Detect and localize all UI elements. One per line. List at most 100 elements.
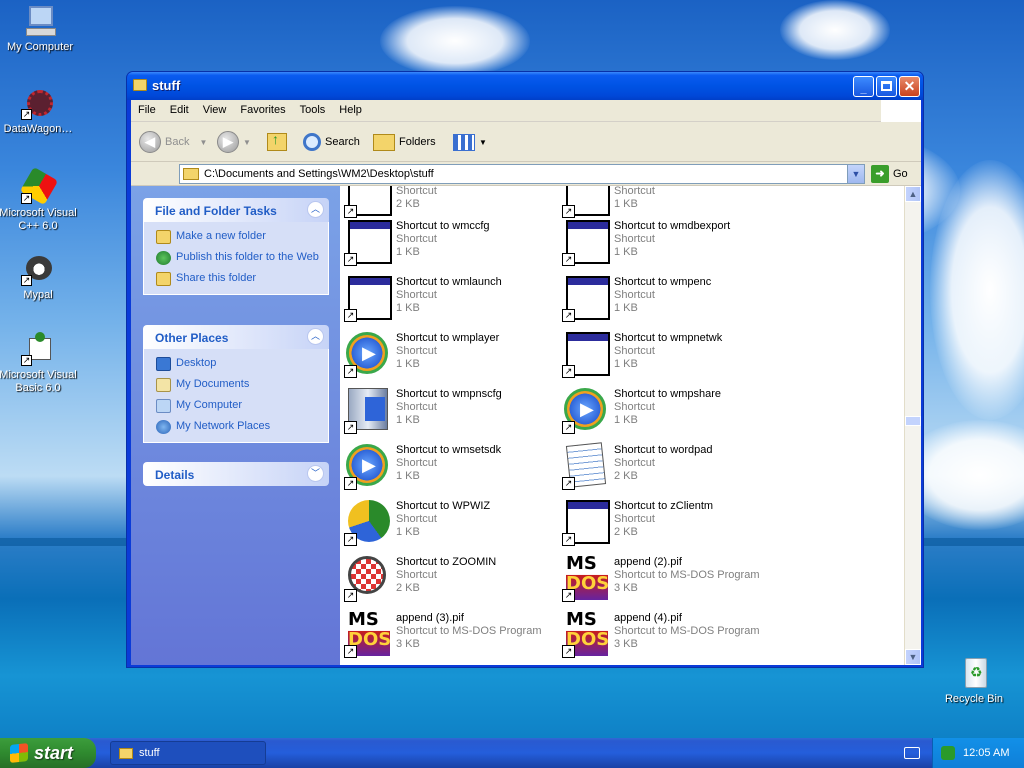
file-type: Shortcut: [396, 513, 437, 525]
file-item[interactable]: ↗ Shortcut to wmpnetwk Shortcut 1 KB: [558, 328, 768, 382]
search-icon: [303, 133, 321, 151]
file-item[interactable]: ▶ ↗ Shortcut to wmplayer Shortcut 1 KB: [340, 328, 550, 382]
file-item[interactable]: MS DOS ↗ append (4).pif Shortcut to MS-DOS P…: [558, 608, 768, 662]
file-text: Shortcut to wmplayer Shortcut 1 KB: [396, 332, 499, 371]
task-label: Publish this folder to the Web: [176, 251, 319, 263]
minimize-button[interactable]: _: [853, 76, 874, 97]
desktop-icon-mypal[interactable]: ↗ Mypal: [0, 252, 78, 302]
back-button[interactable]: ◀ Back ▼: [139, 130, 207, 154]
shortcut-arrow-icon: ↗: [562, 365, 575, 378]
file-size: 2 KB: [614, 526, 638, 538]
chevron-up-icon[interactable]: ︿: [307, 201, 324, 218]
file-text: append (2).pif Shortcut to MS-DOS Program…: [614, 556, 760, 595]
file-item[interactable]: ↗ Shortcut to ZOOMIN Shortcut 2 KB: [340, 552, 550, 606]
desktop-icon-visual-basic[interactable]: ↗ Microsoft Visual Basic 6.0: [0, 332, 78, 395]
file-name: append (2).pif: [614, 556, 682, 568]
file-text: Shortcut to wmpenc Shortcut 1 KB: [614, 276, 711, 315]
taskbar-item-label: stuff: [139, 747, 160, 759]
place-my-network-places[interactable]: My Network Places: [156, 420, 320, 434]
file-item[interactable]: ▶ ↗ Shortcut to wmpshare Shortcut 1 KB: [558, 384, 768, 438]
task-make-new-folder[interactable]: Make a new folder: [156, 230, 320, 244]
go-button[interactable]: ➜ Go: [871, 165, 908, 183]
file-icon: ↗: [344, 554, 392, 602]
place-my-computer[interactable]: My Computer: [156, 399, 320, 413]
file-item[interactable]: ↗ Shortcut to wmpenc Shortcut 1 KB: [558, 272, 768, 326]
scroll-thumb[interactable]: [905, 416, 921, 426]
file-item[interactable]: ↗ Shortcut to wmpnscfg Shortcut 1 KB: [340, 384, 550, 438]
file-name: Shortcut to wordpad: [614, 444, 713, 456]
title-bar[interactable]: stuff _ ✕: [127, 72, 923, 100]
file-item[interactable]: MS DOS ↗ append (3).pif Shortcut to MS-DOS P…: [340, 608, 550, 662]
file-text: Shortcut to wmdbexport Shortcut 1 KB: [614, 220, 730, 259]
views-button[interactable]: ▼: [453, 130, 487, 154]
desktop-icon-label: DataWagon…: [3, 123, 73, 135]
desktop-icon-recycle-bin[interactable]: ♻ Recycle Bin: [934, 656, 1014, 706]
place-label: My Network Places: [176, 420, 271, 432]
search-button[interactable]: Search: [303, 130, 360, 154]
file-icon: ↗: [344, 274, 392, 322]
go-label: Go: [893, 168, 908, 180]
task-share-folder[interactable]: Share this folder: [156, 272, 320, 286]
menu-favorites[interactable]: Favorites: [233, 100, 292, 116]
file-item[interactable]: ↗ Shortcut to WPWIZ Shortcut 1 KB: [340, 496, 550, 550]
file-item[interactable]: ▶ ↗ Shortcut to wmsetsdk Shortcut 1 KB: [340, 440, 550, 494]
task-publish-folder[interactable]: Publish this folder to the Web: [156, 251, 320, 265]
place-label: My Documents: [176, 378, 250, 390]
panel-header[interactable]: File and Folder Tasks ︿: [143, 198, 329, 222]
panel-body: Make a new folder Publish this folder to…: [143, 222, 329, 295]
menu-file[interactable]: File: [131, 100, 163, 116]
file-item[interactable]: ↗ Shortcut to wordpad Shortcut 2 KB: [558, 440, 768, 494]
file-item[interactable]: ↗ Shortcut to wmlaunch Shortcut 1 KB: [340, 272, 550, 326]
close-button[interactable]: ✕: [899, 76, 920, 97]
panel-header[interactable]: Details ﹀: [143, 462, 329, 486]
chevron-up-icon[interactable]: ︿: [307, 328, 324, 345]
file-name: Shortcut to WPWIZ: [396, 500, 491, 512]
file-type: Shortcut: [396, 186, 437, 197]
menu-help[interactable]: Help: [332, 100, 369, 116]
panel-title: Other Places: [155, 331, 229, 345]
globe-icon: [156, 251, 171, 265]
desktop-icon-my-computer[interactable]: My Computer: [0, 4, 80, 54]
mypal-icon: ↗: [21, 252, 55, 286]
scroll-up-button[interactable]: ▲: [905, 186, 921, 202]
file-type: Shortcut: [396, 345, 437, 357]
file-text: Shortcut 2 KB: [396, 186, 437, 211]
vertical-scrollbar[interactable]: ▲ ▼: [904, 186, 921, 665]
network-tray-icon[interactable]: [941, 746, 955, 760]
chevron-down-icon[interactable]: ﹀: [307, 465, 324, 482]
maximize-button[interactable]: [876, 76, 897, 97]
start-label: start: [34, 742, 74, 763]
start-button[interactable]: start: [0, 738, 96, 768]
menu-view[interactable]: View: [196, 100, 234, 116]
file-name: Shortcut to zClientm: [614, 500, 714, 512]
shortcut-arrow-icon: ↗: [21, 109, 32, 120]
folder-icon: [133, 79, 147, 91]
folders-button[interactable]: Folders: [373, 130, 436, 154]
address-dropdown-button[interactable]: ▼: [847, 165, 864, 183]
keyboard-icon[interactable]: [904, 747, 920, 759]
back-label: Back: [165, 136, 190, 148]
up-button[interactable]: ↑: [267, 130, 287, 154]
menu-edit[interactable]: Edit: [163, 100, 196, 116]
taskbar: start stuff 12:05 AM: [0, 738, 1024, 768]
forward-button[interactable]: ▶ ▼: [217, 130, 251, 154]
place-desktop[interactable]: Desktop: [156, 357, 320, 371]
file-icon: ↗: [562, 218, 610, 266]
address-field[interactable]: C:\Documents and Settings\WM2\Desktop\st…: [179, 164, 865, 184]
scroll-down-button[interactable]: ▼: [905, 649, 921, 665]
desktop-icon-visual-cpp[interactable]: ↗ Microsoft Visual C++ 6.0: [0, 166, 78, 233]
file-type: Shortcut: [396, 569, 437, 581]
file-item[interactable]: ↗ Shortcut to wmccfg Shortcut 1 KB: [340, 216, 550, 270]
windows-flag-icon: [10, 743, 28, 763]
panel-header[interactable]: Other Places ︿: [143, 325, 329, 349]
taskbar-item-stuff[interactable]: stuff: [110, 741, 266, 765]
file-icon: ↗: [562, 274, 610, 322]
menu-tools[interactable]: Tools: [293, 100, 333, 116]
place-my-documents[interactable]: My Documents: [156, 378, 320, 392]
file-item[interactable]: MS DOS ↗ append (2).pif Shortcut to MS-DOS P…: [558, 552, 768, 606]
desktop-icon-datawagon[interactable]: ↗ DataWagon…: [0, 86, 78, 136]
my-computer-icon: [23, 4, 57, 38]
file-size: 3 KB: [614, 638, 638, 650]
file-item[interactable]: ↗ Shortcut to zClientm Shortcut 2 KB: [558, 496, 768, 550]
file-item[interactable]: ↗ Shortcut to wmdbexport Shortcut 1 KB: [558, 216, 768, 270]
